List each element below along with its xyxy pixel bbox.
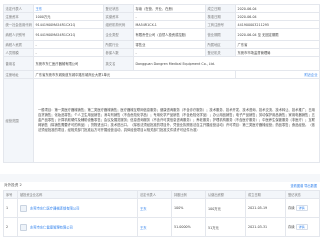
value-paid-capital: - <box>133 12 206 21</box>
business-scope-text: 一般项目：第一类医疗器械销售；第二类医疗器械销售；医疗器械互联网信息服务；健康咨… <box>38 108 315 132</box>
value-status: 存续（在营、开业、在册） <box>133 4 206 13</box>
value-taxpayer-id: 91441900MA54R1CX1Q <box>33 28 104 41</box>
nearby-companies-link[interactable]: 附近企业 <box>235 70 320 79</box>
label-staff-size: 人员规模 <box>3 48 34 57</box>
row-date: 2021-05-19 <box>245 198 286 218</box>
investments-title: 对外投资 2 <box>4 183 22 187</box>
row-amount: 100万元 <box>205 198 246 218</box>
label-address: 注册地址 <box>3 70 34 79</box>
label-established: 成立日期 <box>205 4 236 13</box>
value-business-term: 2020-06-04 至 无固定期限 <box>235 28 320 41</box>
section-divider <box>0 174 320 182</box>
label-english-name: 英文名 <box>103 56 134 71</box>
investments-table: 序号 被投资企业名称 法定代表人 持股比例 认缴出资额 成立日期 登记状态 1 … <box>3 190 320 237</box>
building-icon <box>20 223 27 231</box>
label-registered-capital: 注册资本 <box>3 12 34 21</box>
legal-rep-link[interactable]: 王东 <box>33 4 104 13</box>
detail-button[interactable]: 详情 <box>295 205 308 211</box>
col-ratio: 持股比例 <box>171 190 206 199</box>
label-business-term: 营业期限 <box>205 28 236 41</box>
label-reg-authority: 登记机关 <box>205 48 236 57</box>
row-status-text: 存续 <box>288 225 295 229</box>
value-established: 2020-06-04 <box>235 4 320 13</box>
value-reg-authority: 东莞市市场监督管理局 <box>235 48 320 57</box>
value-registered-capital: 1000万元 <box>33 12 104 21</box>
row-legal-rep[interactable]: 王东 <box>137 217 172 237</box>
row-status: 存续 详情 <box>285 217 320 237</box>
label-credit-code: 统一社会信用代码 <box>3 20 34 29</box>
table-row: 1 东莞市东仁医疗器械连锁有限公司 王东 100% 100万元 2021-05-… <box>3 198 320 218</box>
label-region: 所属地区 <box>205 40 236 49</box>
label-business-scope: 经营范围 <box>3 78 34 163</box>
label-insured-count: 参保人数 <box>103 48 134 57</box>
value-insured-count: - <box>133 48 206 57</box>
row-amount: 51万元 <box>205 217 246 237</box>
value-company-type: 有限责任公司（自然人投资或控股） <box>133 28 206 41</box>
label-taxpayer-id: 纳税人识别号 <box>3 28 34 41</box>
label-legal-rep: 法定代表人 <box>3 4 34 13</box>
row-date: 2021-03-31 <box>245 217 286 237</box>
value-taxpayer-qualification: - <box>33 40 104 49</box>
row-legal-rep[interactable]: 王东 <box>137 198 172 218</box>
col-status: 登记状态 <box>285 190 320 199</box>
detail-button[interactable]: 详情 <box>295 224 308 230</box>
row-status: 存续 详情 <box>285 198 320 218</box>
label-industry: 所属行业 <box>103 40 134 49</box>
col-legal-rep: 法定代表人 <box>137 190 172 199</box>
building-icon <box>20 204 27 212</box>
value-region: 广东省 <box>235 40 320 49</box>
company-name-link[interactable]: 东莞市东仁医疗器械连锁有限公司 <box>30 206 79 210</box>
value-reg-number: 441900003211295 <box>235 20 320 29</box>
row-no: 2 <box>3 217 18 237</box>
table-row: 2 东莞市东仁健康管理有限公司 王东 51.0000% 51万元 2021-03… <box>3 217 320 237</box>
investments-actions[interactable]: 查看图谱 导出数据 <box>290 183 317 188</box>
row-status-text: 存续 <box>288 206 295 210</box>
row-ratio: 51.0000% <box>171 217 206 237</box>
label-taxpayer-qualification: 纳税人资质 <box>3 40 34 49</box>
col-company-name: 被投资企业名称 <box>17 190 138 199</box>
value-approval-date: 2020-06-04 <box>235 12 320 21</box>
row-ratio: 100% <box>171 198 206 218</box>
value-industry: 零售业 <box>133 40 206 49</box>
company-cell[interactable]: 东莞市东仁医疗器械连锁有限公司 <box>17 198 138 218</box>
label-org-code: 组织机构代码 <box>103 20 134 29</box>
value-english-name: Dongguan Dongren Medical Equipment Co., … <box>133 56 320 71</box>
label-reg-number: 工商注册号 <box>205 20 236 29</box>
col-no: 序号 <box>3 190 18 199</box>
col-amount: 认缴出资额 <box>205 190 246 199</box>
value-former-name: 东莞市东仁医疗器械有限公司 <box>33 56 104 71</box>
company-name-link[interactable]: 东莞市东仁健康管理有限公司 <box>30 225 73 229</box>
value-address: 广东省东莞市东城街道东城中路东城商业大厦1单元 <box>33 70 236 79</box>
value-org-code: MA54R1CX-1 <box>133 20 206 29</box>
label-company-type: 企业类型 <box>103 28 134 41</box>
label-paid-capital: 实缴资本 <box>103 12 134 21</box>
label-approval-date: 核准日期 <box>205 12 236 21</box>
business-info-table: 法定代表人 王东 登记状态 存续（在营、开业、在册） 成立日期 2020-06-… <box>3 4 320 163</box>
row-no: 1 <box>3 198 18 218</box>
label-former-name: 曾用名 <box>3 56 34 71</box>
company-cell[interactable]: 东莞市东仁健康管理有限公司 <box>17 217 138 237</box>
investments-header: 对外投资 2 查看图谱 导出数据 <box>3 183 319 189</box>
label-status: 登记状态 <box>103 4 134 13</box>
value-credit-code: 91441900MA54R1CX1Q <box>33 20 104 29</box>
value-staff-size: - <box>33 48 104 57</box>
business-scope: 一般项目：第一类医疗器械销售；第二类医疗器械销售；医疗器械互联网信息服务；健康咨… <box>33 78 320 163</box>
col-date: 成立日期 <box>245 190 286 199</box>
